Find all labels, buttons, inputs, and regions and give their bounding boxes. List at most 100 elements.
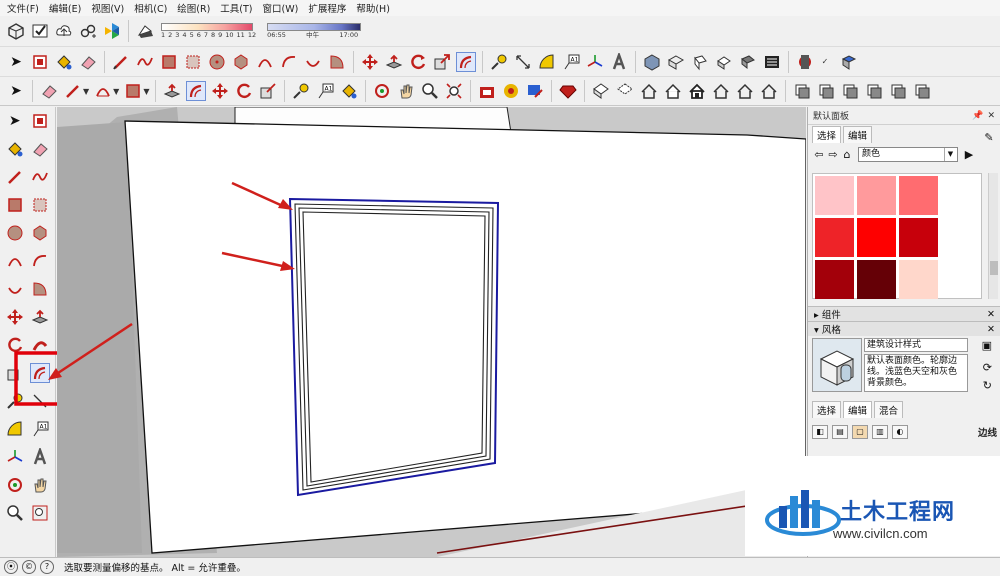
circle-icon[interactable] xyxy=(207,52,227,72)
select-arrow-icon[interactable]: ➤ xyxy=(5,111,25,131)
rotate-icon[interactable] xyxy=(234,81,254,101)
orbit-icon[interactable] xyxy=(5,475,25,495)
background-settings-icon[interactable]: ▢ xyxy=(852,425,868,439)
rectangle-icon[interactable] xyxy=(123,81,143,101)
left-view-icon[interactable] xyxy=(762,52,782,72)
color-swatch[interactable] xyxy=(857,260,896,299)
menu-extensions[interactable]: 扩展程序 xyxy=(303,1,351,15)
color-swatch[interactable] xyxy=(857,176,896,215)
monochrome-icon[interactable] xyxy=(735,81,755,101)
eraser-icon[interactable] xyxy=(78,52,98,72)
shadow-time-bar[interactable] xyxy=(267,23,362,31)
solid-tools-icon[interactable] xyxy=(795,52,815,72)
pan-hand-icon[interactable] xyxy=(30,475,50,495)
push-pull-icon[interactable] xyxy=(384,52,404,72)
text-label-icon[interactable]: A1 xyxy=(30,419,50,439)
select-arrow-icon[interactable]: ➤ xyxy=(6,52,26,72)
color-swatch[interactable] xyxy=(815,176,854,215)
arc-icon[interactable] xyxy=(5,251,25,271)
top-view-icon[interactable] xyxy=(666,52,686,72)
rotated-rectangle-icon[interactable] xyxy=(183,52,203,72)
protractor-icon[interactable] xyxy=(5,419,25,439)
front-view-icon[interactable] xyxy=(690,52,710,72)
credits-icon[interactable]: © xyxy=(22,560,36,574)
scale-icon[interactable] xyxy=(432,52,452,72)
tab-styles-mix[interactable]: 混合 xyxy=(874,401,904,418)
edge-settings-icon[interactable]: ◧ xyxy=(812,425,828,439)
three-point-arc-icon[interactable] xyxy=(303,52,323,72)
rectangle-icon[interactable] xyxy=(159,52,179,72)
details-arrow-icon[interactable]: ▶ xyxy=(962,148,976,161)
update-style-icon[interactable]: ⟳ xyxy=(983,361,992,374)
shaded-texture-icon[interactable] xyxy=(711,81,731,101)
watermark-settings-icon[interactable]: ▥ xyxy=(872,425,888,439)
text-label-icon[interactable]: A1 xyxy=(315,81,335,101)
color-swatch[interactable] xyxy=(899,218,938,257)
tab-materials-edit[interactable]: 编辑 xyxy=(843,126,873,143)
layer-icon[interactable] xyxy=(816,81,836,101)
tab-styles-select[interactable]: 选择 xyxy=(812,401,842,418)
offset-icon[interactable] xyxy=(186,81,207,101)
three-point-arc-icon[interactable] xyxy=(5,279,25,299)
save-style-icon[interactable]: ▣ xyxy=(982,339,992,352)
geolocation-icon[interactable]: ⦿ xyxy=(4,560,18,574)
back-arrow-icon[interactable]: ⇦ xyxy=(812,148,826,161)
shadow-date-slider[interactable]: 1 2 3 4 5 6 7 8 9 10 11 12 xyxy=(161,19,259,43)
chevron-down-icon[interactable]: ✓ xyxy=(815,52,835,72)
check-icon[interactable] xyxy=(30,21,50,41)
make-component-icon[interactable] xyxy=(30,52,50,72)
scrollbar-thumb[interactable] xyxy=(990,261,998,275)
extension-icon[interactable] xyxy=(501,81,521,101)
upload-cloud-icon[interactable] xyxy=(54,21,74,41)
rotate-icon[interactable] xyxy=(408,52,428,72)
components-section-header[interactable]: ▸ 组件 ✕ xyxy=(808,306,1000,321)
paint-bucket-icon[interactable] xyxy=(339,81,359,101)
pie-icon[interactable] xyxy=(30,279,50,299)
face-settings-icon[interactable]: ▤ xyxy=(832,425,848,439)
3d-text-icon[interactable] xyxy=(30,447,50,467)
viewport-canvas[interactable] xyxy=(57,107,806,557)
paint-bucket-icon[interactable] xyxy=(54,52,74,72)
move-icon[interactable] xyxy=(210,81,230,101)
shadow-time-slider[interactable]: 06:55 中午 17:00 xyxy=(267,19,362,43)
forward-arrow-icon[interactable]: ⇨ xyxy=(826,148,840,161)
materials-library-select[interactable]: 颜色 ▼ xyxy=(858,146,958,162)
extension-warehouse-icon[interactable] xyxy=(102,21,122,41)
iso-view-icon[interactable] xyxy=(642,52,662,72)
chevron-down-icon[interactable]: ▼ xyxy=(944,147,956,161)
layer-icon[interactable] xyxy=(912,81,932,101)
tape-measure-icon[interactable] xyxy=(291,81,311,101)
zoom-extents-icon[interactable] xyxy=(444,81,464,101)
x-ray-icon[interactable] xyxy=(591,81,611,101)
shaded-icon[interactable] xyxy=(687,81,707,101)
modeling-settings-icon[interactable]: ◐ xyxy=(892,425,908,439)
color-swatch[interactable] xyxy=(899,260,938,299)
freehand-icon[interactable] xyxy=(30,167,50,187)
sandbox-icon[interactable] xyxy=(839,52,859,72)
back-view-icon[interactable] xyxy=(738,52,758,72)
dimension-icon[interactable] xyxy=(513,52,533,72)
right-view-icon[interactable] xyxy=(714,52,734,72)
zoom-icon[interactable] xyxy=(5,503,25,523)
color-swatch[interactable] xyxy=(857,218,896,257)
close-icon[interactable]: ✕ xyxy=(987,324,995,335)
styles-section-header[interactable]: ▾ 风格 ✕ xyxy=(808,321,1000,336)
text-label-icon[interactable]: A1 xyxy=(561,52,581,72)
polygon-icon[interactable] xyxy=(231,52,251,72)
eraser-icon[interactable] xyxy=(30,139,50,159)
axes-icon[interactable] xyxy=(5,447,25,467)
dimension-icon[interactable] xyxy=(30,391,50,411)
menu-draw[interactable]: 绘图(R) xyxy=(172,1,215,15)
share-model-icon[interactable] xyxy=(525,81,545,101)
pin-icon[interactable]: 📌 xyxy=(972,111,983,121)
offset-icon[interactable] xyxy=(30,363,51,383)
3d-viewport[interactable] xyxy=(57,107,806,557)
link-icon[interactable] xyxy=(78,21,98,41)
chevron-down-icon[interactable]: ▼ xyxy=(143,87,149,96)
axes-icon[interactable] xyxy=(585,52,605,72)
house-style-icon[interactable] xyxy=(759,81,779,101)
circle-icon[interactable] xyxy=(5,223,25,243)
refresh-icon[interactable]: ↻ xyxy=(983,379,992,392)
rotated-rectangle-icon[interactable] xyxy=(30,195,50,215)
layer-icon[interactable] xyxy=(840,81,860,101)
